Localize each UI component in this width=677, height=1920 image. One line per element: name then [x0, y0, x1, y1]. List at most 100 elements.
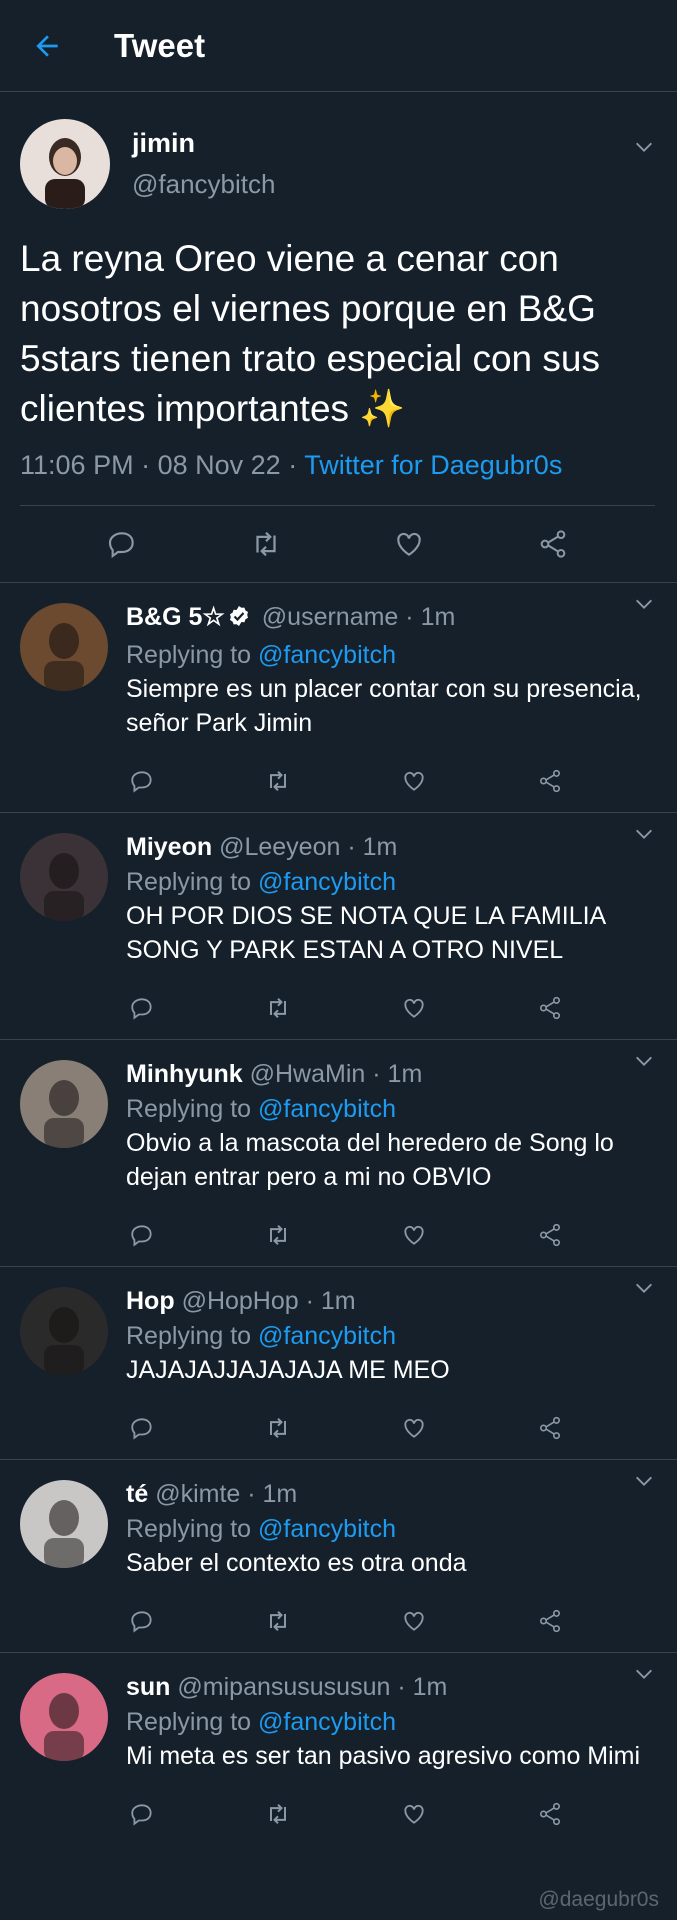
retweet-icon[interactable]: [262, 1219, 294, 1251]
replying-to: Replying to @fancybitch: [126, 1705, 659, 1739]
reply-icon[interactable]: [126, 992, 158, 1024]
replying-to: Replying to @fancybitch: [126, 865, 659, 899]
retweet-icon[interactable]: [262, 1605, 294, 1637]
share-icon[interactable]: [533, 524, 573, 564]
replying-mention-link[interactable]: @fancybitch: [258, 1322, 396, 1350]
replying-mention-link[interactable]: @fancybitch: [258, 1708, 396, 1736]
reply-actions: [126, 977, 566, 1039]
reply-tweet[interactable]: sun @mipansusususun · 1m Replying to @fa…: [0, 1652, 677, 1845]
reply-tweet[interactable]: Miyeon @Leeyeon · 1m Replying to @fancyb…: [0, 812, 677, 1039]
reply-header: sun @mipansusususun · 1m: [126, 1673, 448, 1701]
retweet-icon[interactable]: [262, 765, 294, 797]
reply-text: OH POR DIOS SE NOTA QUE LA FAMILIA SONG …: [126, 902, 605, 964]
chevron-down-icon[interactable]: [629, 589, 659, 619]
replying-to: Replying to @fancybitch: [126, 1319, 659, 1353]
reply-icon[interactable]: [126, 1605, 158, 1637]
replying-mention-link[interactable]: @fancybitch: [258, 868, 396, 896]
share-icon[interactable]: [534, 1219, 566, 1251]
chevron-down-icon[interactable]: [629, 1046, 659, 1076]
reply-tweet[interactable]: B&G 5☆ @username · 1m Replying to @fancy…: [0, 582, 677, 812]
back-arrow-icon[interactable]: [24, 23, 70, 69]
reply-icon[interactable]: [126, 1412, 158, 1444]
share-icon[interactable]: [534, 1412, 566, 1444]
reply-time: 1m: [362, 833, 398, 861]
replying-label: Replying to: [126, 868, 252, 896]
reply-tweet[interactable]: Hop @HopHop · 1m Replying to @fancybitch…: [0, 1266, 677, 1459]
reply-author-name[interactable]: Miyeon: [126, 833, 212, 861]
reply-actions: [126, 1397, 566, 1459]
reply-time: 1m: [387, 1060, 423, 1088]
avatar[interactable]: [20, 119, 110, 209]
reply-author-handle[interactable]: @kimte: [155, 1480, 240, 1508]
reply-text: Obvio a la mascota del heredero de Song …: [126, 1129, 614, 1191]
chevron-down-icon[interactable]: [629, 1273, 659, 1303]
reply-header: Hop @HopHop · 1m: [126, 1287, 356, 1315]
reply-header: B&G 5☆ @username · 1m: [126, 601, 659, 636]
page-title: Tweet: [114, 26, 206, 64]
replying-label: Replying to: [126, 1322, 252, 1350]
tweet-meta: 11:06 PM · 08 Nov 22 · Twitter for Daegu…: [20, 450, 563, 480]
reply-icon[interactable]: [126, 1798, 158, 1830]
reply-author-name[interactable]: Hop: [126, 1287, 175, 1315]
share-icon[interactable]: [534, 765, 566, 797]
replying-label: Replying to: [126, 1515, 252, 1543]
retweet-icon[interactable]: [262, 1798, 294, 1830]
chevron-down-icon[interactable]: [629, 819, 659, 849]
reply-author-name[interactable]: B&G 5☆: [126, 603, 225, 631]
avatar[interactable]: [20, 1480, 108, 1568]
reply-text: Saber el contexto es otra onda: [126, 1549, 467, 1577]
like-icon[interactable]: [398, 1798, 430, 1830]
share-icon[interactable]: [534, 992, 566, 1024]
replying-mention-link[interactable]: @fancybitch: [258, 1095, 396, 1123]
reply-author-name[interactable]: Minhyunk: [126, 1060, 243, 1088]
reply-author-name[interactable]: té: [126, 1480, 148, 1508]
main-tweet: jimin @fancybitch La reyna Oreo viene a …: [0, 92, 677, 582]
reply-time: 1m: [420, 603, 456, 631]
reply-list: B&G 5☆ @username · 1m Replying to @fancy…: [0, 582, 677, 1845]
reply-text: Mi meta es ser tan pasivo agresivo como …: [126, 1742, 641, 1770]
replying-to: Replying to @fancybitch: [126, 1092, 659, 1126]
like-icon[interactable]: [398, 1412, 430, 1444]
author-handle[interactable]: @fancybitch: [132, 169, 275, 200]
like-icon[interactable]: [398, 765, 430, 797]
like-icon[interactable]: [389, 524, 429, 564]
tweet-source-link[interactable]: Twitter for Daegubr0s: [304, 450, 562, 480]
reply-icon[interactable]: [102, 524, 142, 564]
reply-tweet[interactable]: Minhyunk @HwaMin · 1m Replying to @fancy…: [0, 1039, 677, 1266]
reply-tweet[interactable]: té @kimte · 1m Replying to @fancybitch S…: [0, 1459, 677, 1652]
reply-icon[interactable]: [126, 765, 158, 797]
avatar[interactable]: [20, 1060, 108, 1148]
reply-actions: [126, 1204, 566, 1266]
reply-author-handle[interactable]: @HwaMin: [250, 1060, 366, 1088]
reply-author-handle[interactable]: @HopHop: [182, 1287, 299, 1315]
author-name[interactable]: jimin: [132, 128, 275, 159]
like-icon[interactable]: [398, 1219, 430, 1251]
replying-to: Replying to @fancybitch: [126, 638, 659, 672]
reply-author-handle[interactable]: @Leeyeon: [219, 833, 340, 861]
like-icon[interactable]: [398, 1605, 430, 1637]
reply-icon[interactable]: [126, 1219, 158, 1251]
retweet-icon[interactable]: [246, 524, 286, 564]
like-icon[interactable]: [398, 992, 430, 1024]
retweet-icon[interactable]: [262, 1412, 294, 1444]
avatar[interactable]: [20, 1673, 108, 1761]
avatar[interactable]: [20, 1287, 108, 1375]
chevron-down-icon[interactable]: [629, 132, 659, 162]
reply-time: 1m: [412, 1673, 448, 1701]
chevron-down-icon[interactable]: [629, 1466, 659, 1496]
share-icon[interactable]: [534, 1798, 566, 1830]
reply-header: té @kimte · 1m: [126, 1480, 298, 1508]
tweet-time: 11:06 PM: [20, 450, 134, 480]
tweet-actions: [20, 505, 655, 582]
avatar[interactable]: [20, 833, 108, 921]
reply-author-name[interactable]: sun: [126, 1673, 170, 1701]
avatar[interactable]: [20, 603, 108, 691]
retweet-icon[interactable]: [262, 992, 294, 1024]
replying-mention-link[interactable]: @fancybitch: [258, 641, 396, 669]
replying-mention-link[interactable]: @fancybitch: [258, 1515, 396, 1543]
reply-actions: [126, 1783, 566, 1845]
reply-author-handle[interactable]: @mipansusususun: [177, 1673, 390, 1701]
chevron-down-icon[interactable]: [629, 1659, 659, 1689]
share-icon[interactable]: [534, 1605, 566, 1637]
reply-author-handle[interactable]: @username: [262, 603, 399, 631]
